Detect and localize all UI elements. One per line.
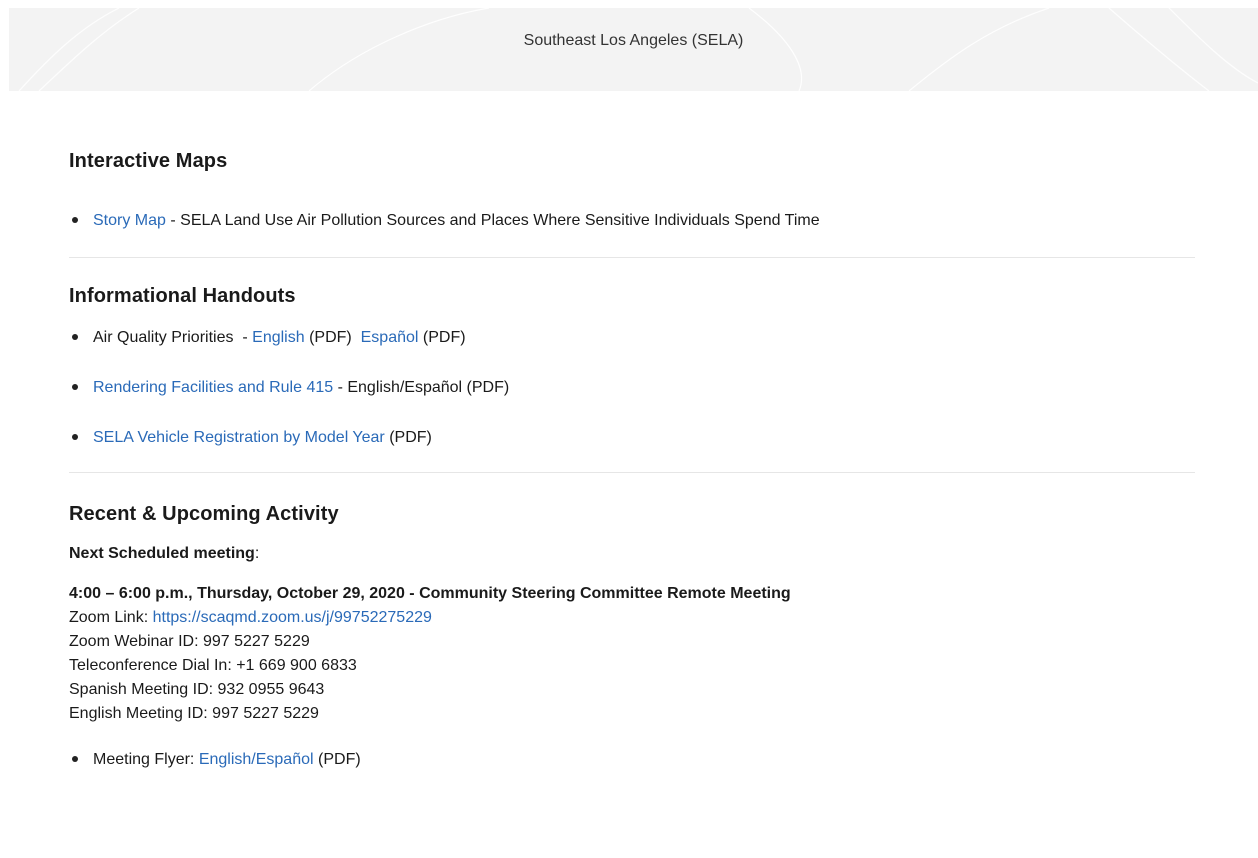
air-quality-english-link[interactable]: English — [252, 329, 304, 346]
pdf-label: (PDF) — [304, 329, 361, 346]
zoom-link-row: Zoom Link: https://scaqmd.zoom.us/j/9975… — [69, 606, 1195, 630]
list-item: SELA Vehicle Registration by Model Year … — [69, 428, 1195, 448]
page-banner: Southeast Los Angeles (SELA) — [9, 8, 1258, 91]
list-item: Story Map - SELA Land Use Air Pollution … — [69, 211, 1195, 231]
handout-label: Air Quality Priorities - — [93, 329, 253, 346]
zoom-webinar-id: Zoom Webinar ID: 997 5227 5229 — [69, 633, 310, 650]
english-meeting-id: English Meeting ID: 997 5227 5229 — [69, 705, 319, 722]
pdf-label: (PDF) — [418, 329, 466, 346]
handouts-list: Air Quality Priorities - English (PDF) E… — [69, 328, 1195, 448]
bullet-icon — [72, 217, 78, 223]
section-divider — [69, 257, 1195, 258]
rendering-facilities-suffix: - English/Español (PDF) — [333, 379, 510, 396]
list-item: Air Quality Priorities - English (PDF) E… — [69, 328, 1195, 348]
main-content: Interactive Maps Story Map - SELA Land U… — [69, 150, 1195, 770]
informational-handouts-heading: Informational Handouts — [69, 285, 296, 307]
recent-activity-heading: Recent & Upcoming Activity — [69, 503, 339, 525]
story-map-description: - SELA Land Use Air Pollution Sources an… — [165, 212, 820, 229]
rendering-facilities-link[interactable]: Rendering Facilities and Rule 415 — [93, 379, 333, 396]
meeting-flyer-list: Meeting Flyer: English/Español (PDF) — [69, 750, 1195, 770]
meeting-flyer-link[interactable]: English/Español — [199, 751, 314, 768]
bullet-icon — [72, 434, 78, 440]
zoom-link[interactable]: https://scaqmd.zoom.us/j/99752275229 — [153, 609, 432, 626]
pdf-label: (PDF) — [384, 429, 432, 446]
air-quality-espanol-link[interactable]: Español — [361, 329, 419, 346]
next-meeting-label-row: Next Scheduled meeting: — [69, 542, 1195, 566]
next-meeting-colon: : — [254, 545, 260, 562]
interactive-maps-list: Story Map - SELA Land Use Air Pollution … — [69, 211, 1195, 231]
meeting-flyer-label: Meeting Flyer: — [93, 751, 199, 768]
pdf-label: (PDF) — [313, 751, 361, 768]
interactive-maps-heading: Interactive Maps — [69, 150, 228, 172]
story-map-link[interactable]: Story Map — [93, 212, 166, 229]
banner-title: Southeast Los Angeles (SELA) — [523, 32, 744, 49]
section-divider — [69, 472, 1195, 473]
meeting-details: 4:00 – 6:00 p.m., Thursday, October 29, … — [69, 582, 1195, 726]
teleconference-dial-in: Teleconference Dial In: +1 669 900 6833 — [69, 657, 357, 674]
zoom-link-label: Zoom Link: — [69, 609, 153, 626]
bullet-icon — [72, 756, 78, 762]
list-item: Meeting Flyer: English/Español (PDF) — [69, 750, 1195, 770]
next-meeting-label: Next Scheduled meeting — [69, 545, 255, 562]
list-item: Rendering Facilities and Rule 415 - Engl… — [69, 378, 1195, 398]
vehicle-registration-link[interactable]: SELA Vehicle Registration by Model Year — [93, 429, 385, 446]
bullet-icon — [72, 384, 78, 390]
spanish-meeting-id: Spanish Meeting ID: 932 0955 9643 — [69, 681, 325, 698]
meeting-title: 4:00 – 6:00 p.m., Thursday, October 29, … — [69, 585, 791, 602]
bullet-icon — [72, 334, 78, 340]
